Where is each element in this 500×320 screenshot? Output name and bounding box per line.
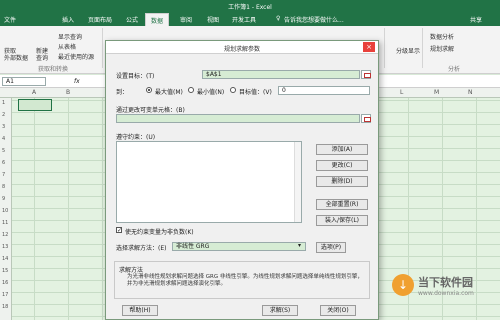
column-header[interactable]: N [468, 89, 473, 96]
row-header[interactable]: 17 [2, 292, 8, 298]
row-header[interactable]: 5 [2, 148, 5, 154]
selected-cell-a1[interactable] [18, 99, 52, 111]
set-objective-input[interactable]: $A$1 [202, 70, 360, 79]
target-radio[interactable] [230, 87, 236, 93]
options-button[interactable]: 选项(P) [316, 242, 346, 253]
share-button[interactable]: 共享 [470, 15, 482, 24]
new-query-button[interactable]: 新建 查询 [36, 48, 48, 62]
max-label: 最大值(M) [155, 89, 183, 96]
row-header[interactable]: 14 [2, 256, 8, 262]
row-header[interactable]: 18 [2, 304, 8, 310]
ribbon-separator [384, 28, 385, 68]
site-watermark: ↓ 当下软件园 www.downxia.com [392, 272, 498, 316]
watermark-logo-icon: ↓ [392, 274, 414, 296]
row-header[interactable]: 8 [2, 184, 5, 190]
outline-button[interactable]: 分级显示 [396, 46, 420, 55]
constraints-label: 遵守约束：(U) [116, 134, 156, 141]
unconstrained-label: 使无约束变量为非负数(K) [125, 229, 194, 236]
changing-cells-label: 通过更改可变单元格：(B) [116, 107, 185, 114]
row-header[interactable]: 12 [2, 232, 8, 238]
group-analysis: 分析 [448, 66, 461, 73]
group-get-transform: 获取和转换 [38, 66, 69, 73]
column-header[interactable]: L [400, 89, 403, 96]
ribbon-separator [102, 28, 103, 68]
chevron-down-icon[interactable]: ▾ [298, 242, 301, 249]
from-table-button[interactable]: 从表格 [58, 42, 76, 51]
solver-parameters-dialog: 规划求解参数 × 设置目标：(T) $A$1 到： 最大值(M) 最小值(N) … [105, 40, 379, 320]
tab-developer[interactable]: 开发工具 [232, 15, 256, 24]
name-box[interactable]: A1 [2, 77, 46, 86]
row-header[interactable]: 1 [2, 100, 5, 106]
title-bar: 工作簿1 - Excel [0, 0, 500, 12]
tell-me-input[interactable]: 告诉我您想要做什么... [284, 15, 344, 24]
method-description: 为光滑非线性规划求解问题选择 GRG 非线性引擎。为线性规划求解问题选择单纯线性… [127, 274, 363, 287]
row-header[interactable]: 7 [2, 172, 5, 178]
column-header[interactable]: M [434, 89, 439, 96]
show-queries-button[interactable]: 显示查询 [58, 32, 82, 41]
watermark-name: 当下软件园 [418, 276, 473, 289]
method-select[interactable]: 非线性 GRG [172, 242, 306, 251]
row-header[interactable]: 4 [2, 136, 5, 142]
min-radio[interactable] [188, 87, 194, 93]
load-save-button[interactable]: 装入/保存(L) [316, 215, 368, 226]
recent-sources-button[interactable]: 最近使用的源 [58, 52, 94, 61]
dialog-title: 规划求解参数 [223, 46, 260, 53]
tab-view[interactable]: 视图 [207, 15, 219, 24]
row-header[interactable]: 6 [2, 160, 5, 166]
tab-file[interactable]: 文件 [4, 15, 16, 24]
watermark-url: www.downxia.com [418, 290, 474, 297]
set-objective-label: 设置目标：(T) [116, 73, 155, 80]
tab-formulas[interactable]: 公式 [126, 15, 138, 24]
ribbon-tab-bar: 文件 插入 页面布局 公式 数据 审阅 视图 开发工具 ♀ 告诉我您想要做什么.… [0, 12, 500, 27]
min-label: 最小值(N) [197, 89, 225, 96]
ribbon-separator [422, 28, 423, 68]
column-header[interactable]: B [66, 89, 70, 96]
add-button[interactable]: 添加(A) [316, 144, 368, 155]
unconstrained-checkbox[interactable]: ✓ [116, 227, 122, 234]
target-value-input[interactable]: 0 [278, 86, 370, 95]
row-header[interactable]: 13 [2, 244, 8, 250]
range-select-icon[interactable] [361, 70, 371, 79]
solve-button[interactable]: 求解(S) [262, 305, 298, 316]
column-header[interactable]: A [32, 89, 36, 96]
row-header[interactable]: 10 [2, 208, 8, 214]
help-button[interactable]: 帮助(H) [122, 305, 158, 316]
row-header[interactable]: 3 [2, 124, 5, 130]
tab-insert[interactable]: 插入 [62, 15, 74, 24]
fx-icon[interactable]: fx [74, 78, 80, 85]
method-label: 选择求解方法：(E) [116, 245, 167, 252]
max-radio[interactable] [146, 87, 152, 93]
reset-all-button[interactable]: 全部重置(R) [316, 199, 368, 210]
change-button[interactable]: 更改(C) [316, 160, 368, 171]
method-groupbox: 求解方法 为光滑非线性规划求解问题选择 GRG 非线性引擎。为线性规划求解问题选… [114, 261, 370, 299]
changing-cells-input[interactable] [116, 114, 360, 123]
row-header[interactable]: 15 [2, 268, 8, 274]
window-title: 工作簿1 - Excel [228, 4, 272, 11]
close-icon[interactable]: × [363, 42, 375, 52]
constraints-scrollbar[interactable] [294, 142, 301, 222]
tab-data[interactable]: 数据 [145, 13, 170, 27]
tab-review[interactable]: 审阅 [180, 15, 192, 24]
row-header[interactable]: 16 [2, 280, 8, 286]
row-header[interactable]: 9 [2, 196, 5, 202]
target-label: 目标值：(V) [239, 89, 272, 96]
row-header[interactable]: 11 [2, 220, 8, 226]
method-group-title: 求解方法 [119, 267, 144, 274]
row-header[interactable]: 2 [2, 112, 5, 118]
tab-page-layout[interactable]: 页面布局 [88, 15, 112, 24]
lightbulb-icon: ♀ [276, 15, 281, 22]
constraints-list[interactable] [116, 141, 302, 223]
get-external-data-button[interactable]: 获取 外部数据 [4, 48, 30, 62]
row-headers: 1 2 3 4 5 6 7 8 9 10 11 12 13 14 15 16 1… [0, 98, 12, 320]
solver-button[interactable]: 规划求解 [430, 44, 454, 53]
to-label: 到： [116, 89, 129, 96]
delete-button[interactable]: 删除(D) [316, 176, 368, 187]
range-select-icon[interactable] [361, 114, 371, 123]
close-button[interactable]: 关闭(O) [320, 305, 356, 316]
dialog-title-bar: 规划求解参数 × [106, 41, 378, 54]
data-analysis-button[interactable]: 数据分析 [430, 32, 454, 41]
